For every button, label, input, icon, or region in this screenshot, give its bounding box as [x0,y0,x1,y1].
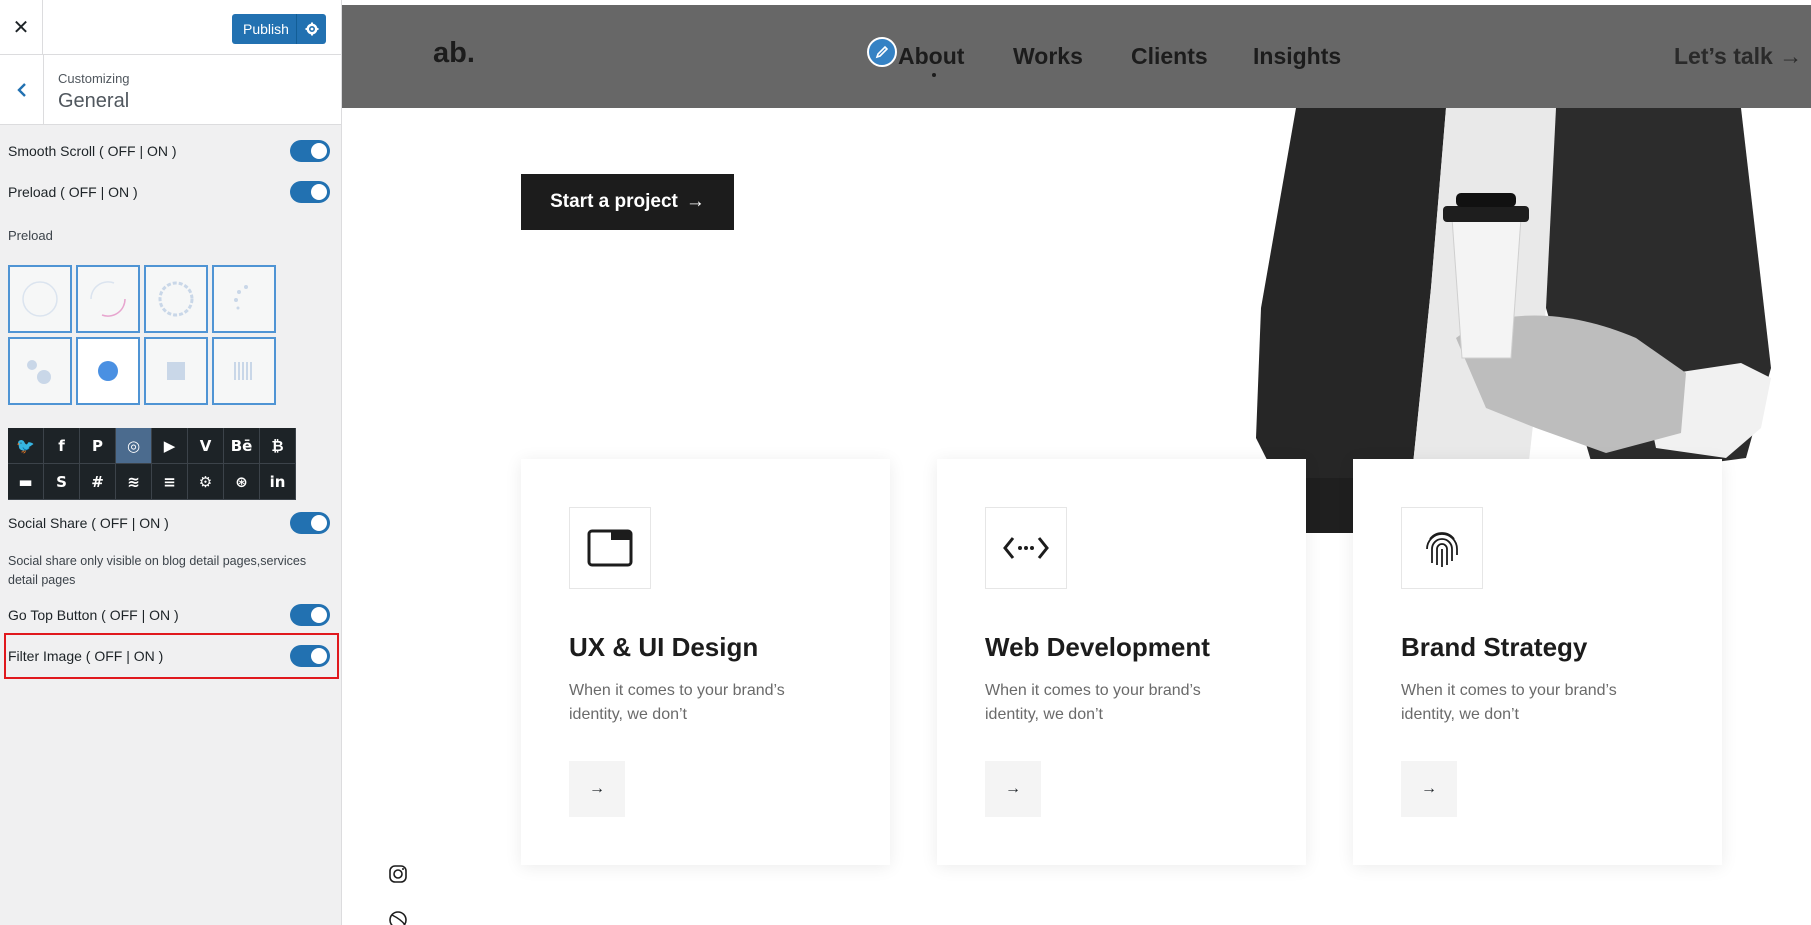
vimeo-icon[interactable]: V [188,428,224,464]
instagram-icon[interactable] [388,864,408,889]
site-navbar: ab. About Works Clients Insights Let’s t… [342,5,1811,108]
preload-toggle[interactable] [290,181,330,203]
customizer-header: ✕ Publish [0,0,341,55]
browser-window-icon [569,507,651,589]
preload-style-label: Preload [8,228,53,243]
back-button[interactable] [0,55,44,125]
loader-style-4[interactable] [212,265,276,333]
option-label: Go Top Button ( OFF | ON ) [8,607,179,623]
lets-talk-link[interactable]: Let’s talk → [1674,43,1802,70]
smooth-scroll-toggle[interactable] [290,140,330,162]
skype-icon[interactable]: S [44,464,80,500]
social-icon-grid: 🐦 f P ◎ ▶ V Bē ₿ ▬ S # ≋ ≡ ⚙ ⊛ in [8,428,296,500]
arrow-right-icon: → [1779,43,1803,69]
youtube-icon[interactable]: ▶ [152,428,188,464]
service-arrow-button[interactable]: → [569,761,625,817]
steam-icon[interactable]: ⚙ [188,464,224,500]
loader-style-3[interactable] [144,265,208,333]
stackoverflow-icon[interactable]: ≡ [152,464,188,500]
start-project-button[interactable]: Start a project → [521,174,734,230]
edit-pencil-icon[interactable] [867,37,897,67]
breadcrumb: Customizing [58,71,130,86]
preload-option: Preload ( OFF | ON ) [8,181,330,203]
service-card-ux-ui[interactable]: UX & UI Design When it comes to your bra… [521,459,890,865]
arrow-right-icon: → [685,191,705,212]
service-description: When it comes to your brand’s identity, … [985,682,1201,723]
active-nav-indicator [932,73,936,77]
code-icon [985,507,1067,589]
arrow-right-icon: → [1421,780,1437,797]
go-top-toggle[interactable] [290,604,330,626]
pinterest-icon[interactable]: P [80,428,116,464]
service-card-brand-strategy[interactable]: Brand Strategy When it comes to your bra… [1353,459,1722,865]
option-label: Filter Image ( OFF | ON ) [8,648,164,664]
option-label: Smooth Scroll ( OFF | ON ) [8,143,177,159]
service-description: When it comes to your brand’s identity, … [1401,682,1617,723]
arrow-right-icon: → [589,780,605,797]
loader-style-5[interactable] [8,337,72,405]
section-title: General [58,90,130,112]
social-share-option: Social Share ( OFF | ON ) [8,512,330,534]
gear-icon[interactable] [296,14,326,44]
behance-icon[interactable]: Bē [224,428,260,464]
go-top-option: Go Top Button ( OFF | ON ) [8,604,330,626]
lets-talk-label: Let’s talk [1674,43,1773,69]
social-share-note: Social share only visible on blog detail… [8,554,307,587]
nav-about[interactable]: About [898,43,964,70]
publish-label: Publish [243,21,289,37]
loader-style-7[interactable] [144,337,208,405]
arrow-right-icon: → [1005,780,1021,797]
service-arrow-button[interactable]: → [985,761,1041,817]
dribbble-icon[interactable] [388,910,408,925]
service-title: Brand Strategy [1401,632,1588,662]
service-title: Web Development [985,632,1210,662]
bitcoin-icon[interactable]: ₿ [260,428,296,464]
publish-button[interactable]: Publish [232,14,326,44]
fingerprint-icon [1401,507,1483,589]
loader-style-6-selected[interactable] [76,337,140,405]
service-title: UX & UI Design [569,632,759,662]
option-label: Social Share ( OFF | ON ) [8,515,169,531]
smooth-scroll-option: Smooth Scroll ( OFF | ON ) [8,140,330,162]
start-project-label: Start a project [550,191,678,212]
spotify-icon[interactable]: ≋ [116,464,152,500]
filter-image-toggle[interactable] [290,645,330,667]
close-customizer-button[interactable]: ✕ [0,0,43,55]
loader-style-2[interactable] [76,265,140,333]
nav-clients[interactable]: Clients [1131,43,1208,70]
loader-style-8[interactable] [212,337,276,405]
chevron-left-icon [16,83,26,97]
instagram-icon[interactable]: ◎ [116,428,152,464]
service-card-web-dev[interactable]: Web Development When it comes to your br… [937,459,1306,865]
section-header: Customizing General [0,55,341,125]
preload-style-grid [8,265,276,405]
facebook-icon[interactable]: f [44,428,80,464]
linkedin-icon[interactable]: in [260,464,296,500]
twitter-icon[interactable]: 🐦 [8,428,44,464]
nav-insights[interactable]: Insights [1253,43,1341,70]
dribbble-icon[interactable]: ⊛ [224,464,260,500]
service-description: When it comes to your brand’s identity, … [569,682,785,723]
filter-image-option: Filter Image ( OFF | ON ) [8,645,330,667]
site-preview: ab. About Works Clients Insights Let’s t… [342,0,1811,925]
delicious-icon[interactable]: ▬ [8,464,44,500]
nav-works[interactable]: Works [1013,43,1083,70]
social-share-toggle[interactable] [290,512,330,534]
site-logo[interactable]: ab. [433,37,475,70]
loader-style-1[interactable] [8,265,72,333]
option-label: Preload ( OFF | ON ) [8,184,138,200]
service-arrow-button[interactable]: → [1401,761,1457,817]
slack-icon[interactable]: # [80,464,116,500]
customizer-sidebar: ✕ Publish Customizing General Smooth Scr… [0,0,342,925]
